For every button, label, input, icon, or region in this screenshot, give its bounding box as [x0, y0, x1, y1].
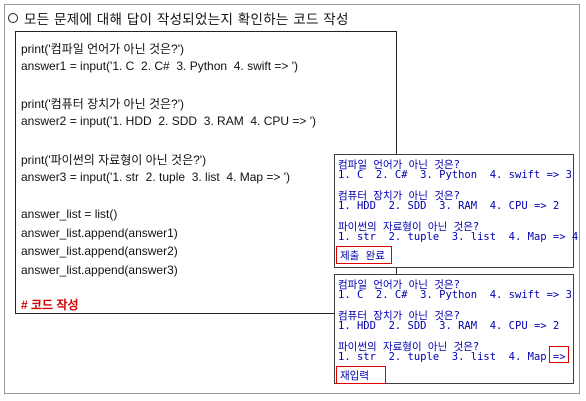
code-line: print('컴퓨터 장치가 아닌 것은?'): [21, 97, 184, 111]
status-badge: 재입력: [336, 366, 386, 384]
code-line: answer3 = input('1. str 2. tuple 3. list…: [21, 170, 291, 184]
status-text: 재입력: [340, 370, 369, 382]
code-line: answer_list.append(answer2): [21, 244, 178, 258]
console-output-complete: 컴파일 언어가 아닌 것은? 1. C 2. C# 3. Python 4. s…: [334, 154, 578, 268]
console-line: 1. C 2. C# 3. Python 4. swift => 3: [338, 289, 572, 301]
console-line: 1. HDD 2. SDD 3. RAM 4. CPU => 2: [338, 200, 560, 212]
console-output-retry: 컴파일 언어가 아닌 것은? 1. C 2. C# 3. Python 4. s…: [334, 274, 574, 384]
page-heading: 모든 문제에 대해 답이 작성되었는지 확인하는 코드 작성: [8, 8, 349, 28]
console-line: 1. str 2. tuple 3. list 4. Map => 4: [338, 231, 579, 243]
console-line: 1. C 2. C# 3. Python 4. swift => 3: [338, 169, 572, 181]
code-line: answer2 = input('1. HDD 2. SDD 3. RAM 4.…: [21, 114, 317, 128]
code-line: answer_list.append(answer3): [21, 263, 178, 277]
circle-bullet-icon: [8, 13, 18, 23]
code-line: print('파이썬의 자료형이 아닌 것은?'): [21, 153, 207, 167]
empty-answer-highlight: [549, 346, 569, 363]
code-line: answer1 = input('1. C 2. C# 3. Python 4.…: [21, 59, 299, 73]
console-line: 1. HDD 2. SDD 3. RAM 4. CPU => 2: [338, 320, 560, 332]
code-line: answer_list.append(answer1): [21, 226, 178, 240]
code-line: answer_list = list(): [21, 207, 118, 221]
status-text: 제출 완료: [340, 250, 385, 262]
code-line: print('컴파일 언어가 아닌 것은?'): [21, 42, 184, 56]
heading-text: 모든 문제에 대해 답이 작성되었는지 확인하는 코드 작성: [24, 12, 349, 28]
status-badge: 제출 완료: [336, 246, 392, 264]
console-line: 1. str 2. tuple 3. list 4. Map =>: [338, 351, 566, 363]
code-comment: # 코드 작성: [21, 298, 79, 312]
